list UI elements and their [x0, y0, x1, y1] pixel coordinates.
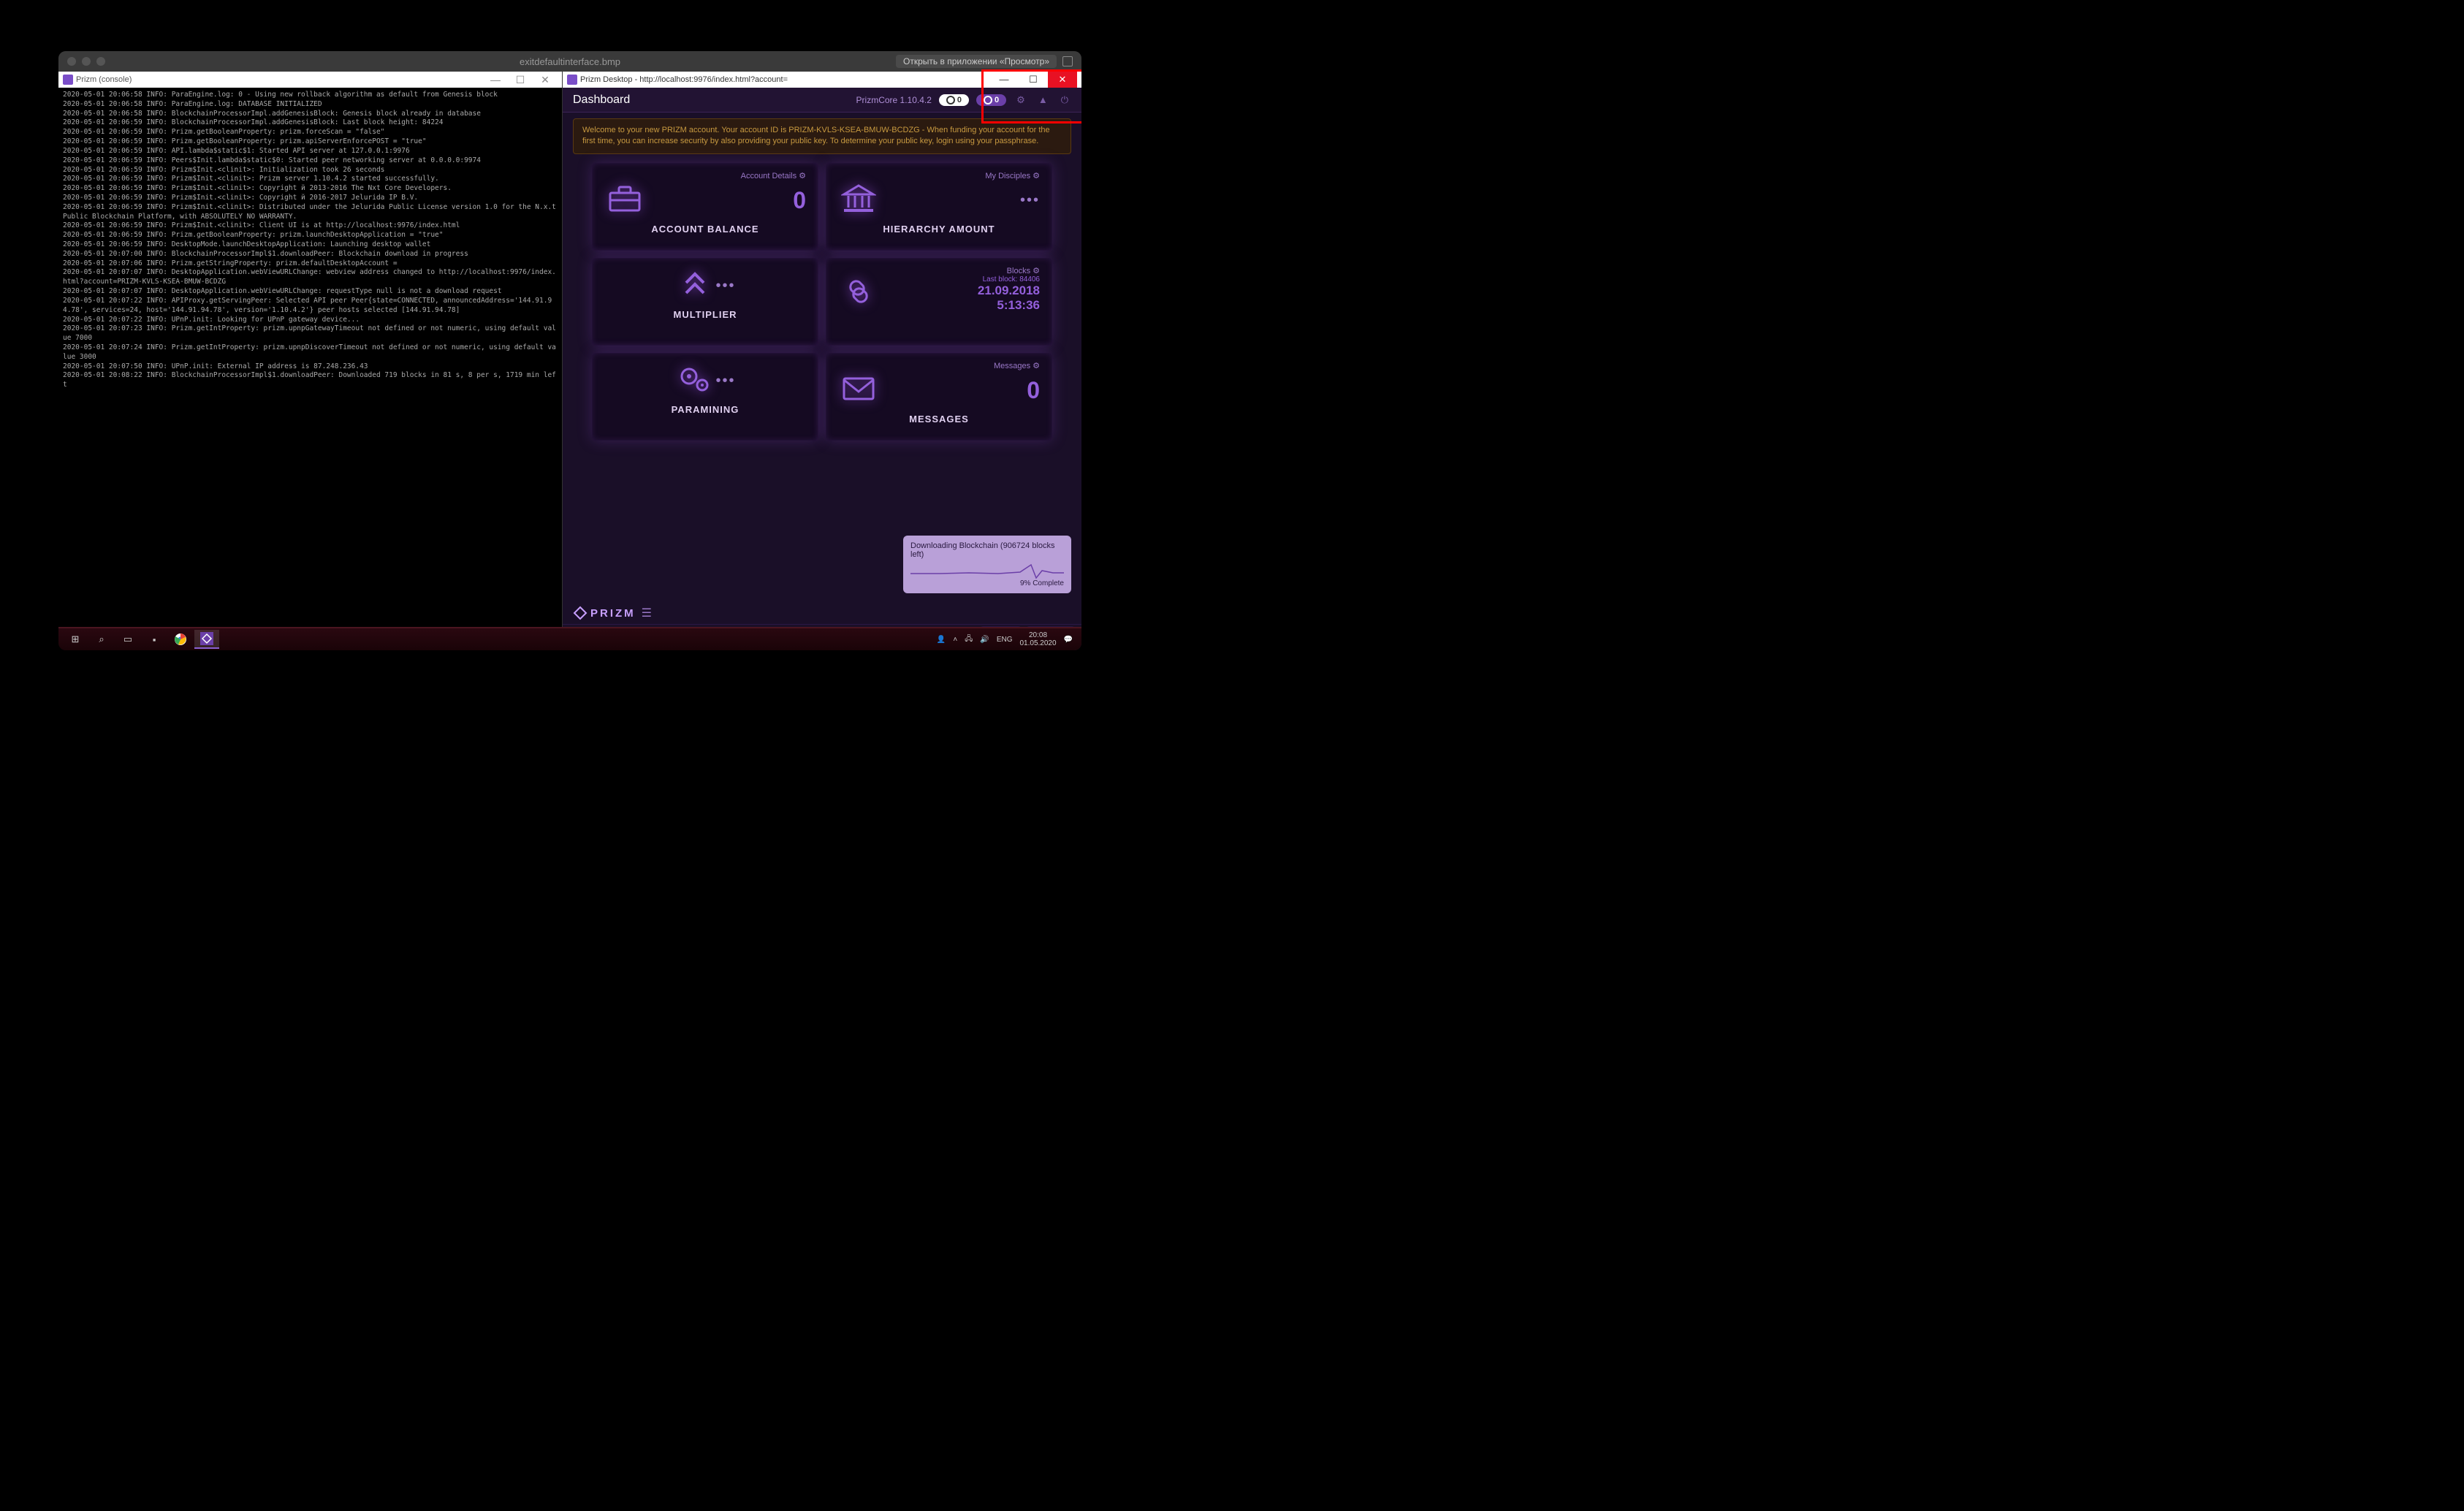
- card-head[interactable]: Messages ⚙: [838, 361, 1040, 370]
- card-hierarchy[interactable]: My Disciples ⚙ ••• HIERARCHY AMOUNT: [826, 163, 1052, 251]
- sparkline: [910, 562, 1064, 579]
- card-label: HIERARCHY AMOUNT: [838, 221, 1040, 235]
- network-tray-icon[interactable]: 🖧: [965, 633, 973, 646]
- clock[interactable]: 20:08 01.05.2020: [1019, 631, 1056, 647]
- gear-icon[interactable]: ⚙: [1014, 94, 1028, 106]
- card-label: PARAMINING: [604, 401, 806, 415]
- mac-titlebar: exitdefaultinterface.bmp Открыть в прило…: [58, 51, 1081, 72]
- lang-indicator[interactable]: ENG: [997, 636, 1013, 644]
- balance-value: 0: [645, 187, 806, 214]
- envelope-icon: [838, 376, 879, 406]
- briefcase-icon: [604, 186, 645, 216]
- bank-icon: [838, 184, 879, 217]
- mac-window: exitdefaultinterface.bmp Открыть в прило…: [58, 51, 1081, 650]
- dots: •••: [715, 373, 735, 389]
- card-paramining[interactable]: ••• PARAMINING: [592, 353, 818, 441]
- card-label: ACCOUNT BALANCE: [604, 221, 806, 235]
- dots: •••: [879, 192, 1040, 209]
- power-icon[interactable]: ⏻: [1058, 94, 1071, 106]
- card-label: MESSAGES: [838, 411, 1040, 425]
- console-window: Prizm (console) — ☐ ✕ 2020-05-01 20:06:5…: [58, 72, 563, 650]
- task-view-icon[interactable]: ▭: [115, 630, 140, 649]
- mac-min[interactable]: [82, 57, 91, 66]
- console-title: Prizm (console): [76, 75, 132, 84]
- last-block: Last block: 84406: [879, 275, 1040, 283]
- prizm-titlebar[interactable]: Prizm Desktop - http://localhost:9976/in…: [563, 72, 1081, 88]
- chrome-icon[interactable]: [168, 630, 193, 649]
- console-titlebar[interactable]: Prizm (console) — ☐ ✕: [58, 72, 562, 88]
- start-button[interactable]: ⊞: [63, 630, 88, 649]
- pill-incoming[interactable]: 0: [939, 94, 969, 106]
- welcome-notice: Welcome to your new PRIZM account. Your …: [573, 118, 1071, 154]
- app-icon: [63, 75, 73, 85]
- open-in-preview-button[interactable]: Открыть в приложении «Просмотр»: [896, 55, 1057, 68]
- app-header: Dashboard PrizmCore 1.10.4.2 0 0 ⚙ ▲ ⏻: [563, 88, 1081, 113]
- volume-icon[interactable]: 🔊: [980, 636, 989, 644]
- notifications-icon[interactable]: 💬: [1064, 636, 1073, 644]
- messages-value: 0: [879, 377, 1040, 404]
- prizm-taskbar-icon[interactable]: [194, 630, 219, 649]
- mac-max[interactable]: [96, 57, 105, 66]
- gears-icon: [674, 363, 715, 399]
- dl-title: Downloading Blockchain (906724 blocks le…: [910, 541, 1064, 559]
- windows-taskbar: ⊞ ⌕ ▭ ▪ 👤 ˄ 🖧 🔊 ENG 20:08 01.05.2020 💬: [58, 627, 1081, 650]
- minimize-button[interactable]: —: [989, 72, 1019, 88]
- share-icon[interactable]: [1062, 56, 1073, 66]
- dl-percent: 9% Complete: [910, 579, 1064, 587]
- maximize-button[interactable]: ☐: [508, 74, 533, 86]
- dots: •••: [715, 278, 735, 294]
- minimize-button[interactable]: —: [483, 74, 508, 85]
- mac-close[interactable]: [67, 57, 76, 66]
- tray-chevron-icon[interactable]: ˄: [953, 636, 957, 644]
- block-time: 5:13:36: [879, 298, 1040, 313]
- menu-icon[interactable]: ☰: [642, 606, 652, 620]
- card-head[interactable]: My Disciples ⚙: [838, 171, 1040, 180]
- system-tray[interactable]: 👤 ˄ 🖧 🔊 ENG 20:08 01.05.2020 💬: [937, 631, 1077, 647]
- card-label: MULTIPLIER: [604, 306, 806, 320]
- people-icon[interactable]: 👤: [937, 636, 946, 644]
- close-button[interactable]: ✕: [1048, 72, 1077, 88]
- app-icon: [567, 75, 577, 85]
- card-account-balance[interactable]: Account Details ⚙ 0 ACCOUNT BALANCE: [592, 163, 818, 251]
- prizm-title-text: Prizm Desktop - http://localhost:9976/in…: [580, 75, 788, 84]
- close-button[interactable]: ✕: [533, 74, 558, 86]
- card-head[interactable]: Blocks ⚙: [838, 266, 1040, 275]
- pill-outgoing[interactable]: 0: [976, 94, 1006, 106]
- card-multiplier[interactable]: ••• MULTIPLIER: [592, 258, 818, 346]
- card-blocks[interactable]: Blocks ⚙ Last block: 84406 21.09.2018 5:…: [826, 258, 1052, 346]
- mac-title: exitdefaultinterface.bmp: [520, 56, 620, 67]
- card-head[interactable]: Account Details ⚙: [604, 171, 806, 180]
- network-icon[interactable]: ▲: [1035, 94, 1051, 105]
- search-icon[interactable]: ⌕: [89, 630, 114, 649]
- block-date: 21.09.2018: [879, 283, 1040, 298]
- card-messages[interactable]: Messages ⚙ 0 MESSAGES: [826, 353, 1052, 441]
- cmd-icon[interactable]: ▪: [142, 630, 167, 649]
- chevrons-up-icon: [674, 270, 715, 302]
- dashboard-cards: Account Details ⚙ 0 ACCOUNT BALANCE My D…: [563, 160, 1081, 441]
- download-toast: Downloading Blockchain (906724 blocks le…: [903, 536, 1071, 593]
- version-label: PrizmCore 1.10.4.2: [856, 95, 932, 105]
- page-title: Dashboard: [573, 94, 630, 107]
- maximize-button[interactable]: ☐: [1019, 72, 1048, 88]
- chain-icon: [838, 275, 879, 313]
- brand-row: PRIZM ☰: [563, 602, 1081, 624]
- prizm-logo[interactable]: PRIZM: [573, 606, 636, 620]
- console-log[interactable]: 2020-05-01 20:06:58 INFO: ParaEngine.log…: [58, 88, 562, 650]
- prizm-window: Prizm Desktop - http://localhost:9976/in…: [563, 72, 1081, 650]
